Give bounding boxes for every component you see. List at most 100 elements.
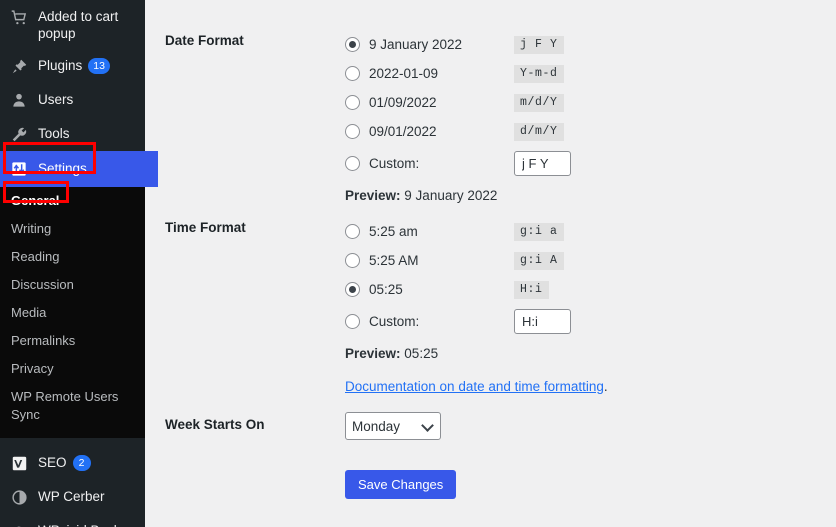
sidebar-item-label: Users [38, 92, 74, 107]
settings-sliders-icon [9, 159, 29, 179]
plug-icon [9, 56, 29, 76]
plugins-update-badge: 13 [88, 58, 110, 74]
time-format-preview-value: 05:25 [404, 346, 439, 361]
sidebar-item-label: Added to cart popup [38, 9, 119, 41]
date-format-option-m-d-Y[interactable]: 01/09/2022 m/d/Y [345, 88, 836, 117]
date-format-option-j-F-Y[interactable]: 9 January 2022 j F Y [345, 30, 836, 59]
week-starts-on-label: Week Starts On [165, 417, 265, 432]
date-format-option-custom[interactable]: Custom: [345, 146, 836, 180]
sidebar-item-wp-cerber[interactable]: WP Cerber [0, 480, 145, 514]
sidebar-item-reading[interactable]: Reading [0, 243, 145, 271]
time-format-custom-input[interactable] [514, 308, 571, 334]
sidebar-item-privacy[interactable]: Privacy [0, 355, 145, 383]
submenu-label: General [11, 193, 60, 208]
sidebar-item-plugins[interactable]: Plugins 13 [0, 49, 145, 83]
submenu-label: Media [11, 305, 47, 320]
time-format-radio-custom[interactable] [345, 313, 360, 329]
save-changes-button[interactable]: Save Changes [345, 470, 457, 499]
date-format-custom-input[interactable] [514, 150, 571, 176]
date-format-radio-custom[interactable] [345, 155, 360, 171]
time-format-text-2: 05:25 [369, 282, 403, 297]
submenu-label: Discussion [11, 277, 74, 292]
wrench-icon [9, 124, 29, 144]
seo-notification-badge: 2 [72, 455, 91, 471]
documentation-link[interactable]: Documentation on date and time formattin… [345, 371, 604, 394]
save-row-spacer [145, 470, 345, 473]
date-format-text-2: 01/09/2022 [369, 95, 437, 110]
time-format-code-0: g:i a [514, 222, 564, 241]
sidebar-item-permalinks[interactable]: Permalinks [0, 327, 145, 355]
date-format-radio-3[interactable] [345, 124, 360, 139]
time-format-radio-1[interactable] [345, 253, 360, 268]
time-format-label: Time Format [165, 220, 246, 235]
submenu-label: Privacy [11, 361, 54, 376]
sidebar-item-label: WP Cerber [38, 489, 105, 504]
date-format-radio-0[interactable] [345, 37, 360, 52]
time-format-option-H-i[interactable]: 05:25 H:i [345, 275, 836, 304]
date-format-code-0: j F Y [514, 35, 564, 54]
save-row: Save Changes [145, 470, 836, 499]
sidebar-item-added-to-cart-popup[interactable]: Added to cart popup [0, 0, 145, 49]
submenu-label: Permalinks [11, 333, 76, 348]
time-format-radio-0[interactable] [345, 224, 360, 239]
sidebar-item-settings[interactable]: Settings [0, 151, 158, 187]
date-format-preview-value: 9 January 2022 [404, 188, 498, 203]
admin-sidebar: Added to cart popup Plugins 13 Users Too… [0, 0, 158, 527]
week-starts-on-control: SundayMondayTuesdayWednesdayThursdayFrid… [345, 412, 836, 440]
cart-icon [9, 7, 29, 27]
date-format-code-2: m/d/Y [514, 93, 564, 112]
week-starts-on-select[interactable]: SundayMondayTuesdayWednesdayThursdayFrid… [345, 412, 441, 440]
time-format-text-0: 5:25 am [369, 224, 418, 239]
sidebar-item-wp-remote-users-sync[interactable]: WP Remote Users Sync [0, 383, 145, 429]
yoast-seo-icon [9, 453, 29, 473]
time-format-row: Time Format 5:25 am g:i a 5:25 AM g:i A … [145, 217, 836, 396]
date-format-row: Date Format 9 January 2022 j F Y 2022-01… [145, 30, 836, 203]
week-starts-on-select-wrap: SundayMondayTuesdayWednesdayThursdayFrid… [345, 412, 441, 440]
time-format-option-g-i-a[interactable]: 5:25 am g:i a [345, 217, 836, 246]
sidebar-item-general[interactable]: General [0, 187, 145, 215]
sidebar-item-seo-text: SEO [38, 455, 67, 470]
date-format-option-Y-m-d[interactable]: 2022-01-09 Y-m-d [345, 59, 836, 88]
sidebar-item-writing[interactable]: Writing [0, 215, 145, 243]
save-button-wrap: Save Changes [345, 470, 836, 499]
general-settings-form: Date Format 9 January 2022 j F Y 2022-01… [145, 0, 836, 527]
time-format-text-1: 5:25 AM [369, 253, 419, 268]
wordpress-admin-screen: Added to cart popup Plugins 13 Users Too… [0, 0, 836, 527]
sidebar-item-media[interactable]: Media [0, 299, 145, 327]
sidebar-plugin-menu: SEO2 WP Cerber WPvivid Bac [0, 438, 145, 527]
sidebar-item-label: WPvivid Backup [38, 521, 145, 527]
sidebar-item-users[interactable]: Users [0, 83, 145, 117]
sidebar-item-plugins-text: Plugins [38, 58, 83, 73]
submenu-label: Reading [11, 249, 60, 264]
sidebar-item-label: SEO 2 [38, 453, 145, 471]
date-format-text-1: 2022-01-09 [369, 66, 439, 81]
submenu-label: Writing [11, 221, 52, 236]
sidebar-item-discussion[interactable]: Discussion [0, 271, 145, 299]
time-format-radio-2[interactable] [345, 282, 360, 297]
cloud-icon [9, 521, 29, 527]
date-format-code-1: Y-m-d [514, 64, 564, 83]
date-format-radio-2[interactable] [345, 95, 360, 110]
date-format-radio-1[interactable] [345, 66, 360, 81]
time-format-code-1: g:i A [514, 251, 564, 270]
date-format-options: 9 January 2022 j F Y 2022-01-09 Y-m-d 01… [345, 30, 836, 203]
time-format-preview-label: Preview: [345, 346, 401, 361]
date-format-label: Date Format [165, 33, 244, 48]
date-format-text-0: 9 January 2022 [369, 37, 463, 52]
settings-active-arrow [145, 151, 158, 187]
week-starts-on-row: Week Starts On SundayMondayTuesdayWednes… [145, 412, 836, 440]
user-icon [9, 90, 29, 110]
submenu-label: WP Remote Users Sync [11, 389, 119, 422]
sidebar-item-tools[interactable]: Tools [0, 117, 145, 151]
date-format-code-3: d/m/Y [514, 122, 564, 141]
date-format-custom-label: Custom: [369, 155, 420, 171]
cerber-shield-icon [9, 487, 29, 507]
sidebar-item-wpvivid-backup[interactable]: WPvivid Backup [0, 514, 145, 527]
sidebar-item-seo[interactable]: SEO 2 [0, 446, 145, 480]
date-format-preview-label: Preview: [345, 188, 401, 203]
date-format-preview: Preview: 9 January 2022 [345, 180, 836, 203]
date-format-option-d-m-Y[interactable]: 09/01/2022 d/m/Y [345, 117, 836, 146]
time-format-option-custom[interactable]: Custom: [345, 304, 836, 338]
sidebar-item-label: Tools [38, 126, 70, 141]
time-format-option-g-i-A[interactable]: 5:25 AM g:i A [345, 246, 836, 275]
